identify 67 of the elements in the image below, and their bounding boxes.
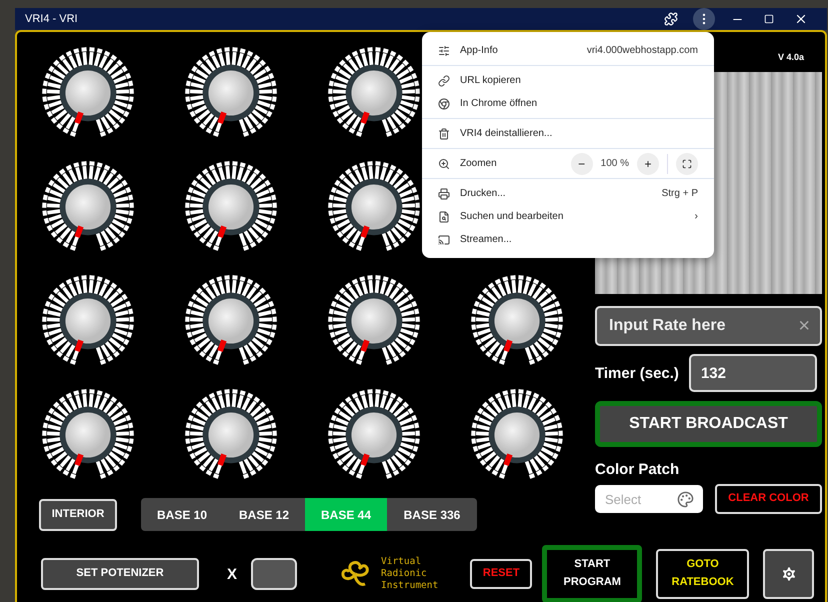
logo-text: Virtual Radionic Instrument bbox=[381, 556, 438, 592]
menu-item-label: Suchen und bearbeiten bbox=[460, 211, 564, 222]
dial-drawing[interactable] bbox=[184, 274, 278, 368]
browser-icon bbox=[438, 98, 450, 110]
trash-icon bbox=[438, 128, 450, 140]
dial-drawing[interactable] bbox=[327, 274, 421, 368]
link-icon bbox=[438, 74, 450, 86]
menu-item[interactable]: In Chrome öffnen bbox=[422, 92, 714, 115]
palette-icon bbox=[677, 490, 694, 508]
zoom-in-button[interactable]: + bbox=[637, 152, 659, 174]
timer-field[interactable]: 132 bbox=[688, 354, 817, 392]
zoom-icon bbox=[438, 158, 450, 170]
start-program-button[interactable]: START PROGRAM bbox=[542, 545, 642, 602]
multiplier-field[interactable] bbox=[251, 558, 298, 590]
dial-drawing[interactable] bbox=[184, 388, 278, 482]
menu-item-label: VRI4 deinstallieren... bbox=[460, 128, 554, 139]
app-info-icon bbox=[438, 44, 450, 56]
menu-item-label: In Chrome öffnen bbox=[460, 98, 538, 109]
menu-item-label: URL kopieren bbox=[460, 75, 522, 86]
goto-ratebook-button[interactable]: GOTO RATEBOOK bbox=[656, 549, 750, 599]
dial-drawing[interactable] bbox=[327, 160, 421, 254]
set-potenizer-button[interactable]: SET POTENIZER bbox=[41, 558, 199, 590]
fullscreen-icon bbox=[682, 158, 692, 168]
dial-drawing[interactable] bbox=[470, 274, 564, 368]
menu-icon[interactable] bbox=[693, 8, 715, 30]
menu-item[interactable]: URL kopieren bbox=[422, 69, 714, 92]
zoom-value: 100 % bbox=[600, 158, 629, 169]
menu-item-label: App-Info bbox=[460, 45, 499, 56]
menu-item-label: Zoomen bbox=[460, 158, 498, 169]
menu-item[interactable]: Streamen... bbox=[422, 228, 714, 251]
color-patch-label: Color Patch bbox=[595, 461, 680, 478]
dial-drawing[interactable] bbox=[470, 388, 564, 482]
base-tab[interactable]: BASE 12 bbox=[223, 498, 305, 531]
interior-button[interactable]: INTERIOR bbox=[39, 498, 117, 530]
reset-button[interactable]: RESET bbox=[470, 559, 532, 589]
document-search-icon bbox=[438, 210, 450, 222]
version-label: V 4.0a bbox=[778, 52, 804, 62]
menu-item-detail: Strg + P bbox=[662, 188, 698, 199]
dial-drawing[interactable] bbox=[41, 46, 135, 140]
menu-item-label: Drucken... bbox=[460, 188, 507, 199]
dial-drawing[interactable] bbox=[184, 46, 278, 140]
menu-item[interactable]: Suchen und bearbeiten › bbox=[422, 205, 714, 228]
menu-item-label: Streamen... bbox=[460, 234, 513, 245]
dial-drawing[interactable] bbox=[327, 46, 421, 140]
menu-item-detail: › bbox=[694, 211, 698, 222]
window-title: VRI4 - VRI bbox=[25, 13, 79, 25]
fullscreen-button[interactable] bbox=[676, 152, 698, 174]
menu-item[interactable]: App-Info vri4.000webhostapp.com bbox=[422, 39, 714, 62]
dial-drawing[interactable] bbox=[41, 388, 135, 482]
timer-label: Timer (sec.) bbox=[595, 364, 679, 382]
dial-drawing[interactable] bbox=[184, 160, 278, 254]
base-tab[interactable]: BASE 10 bbox=[141, 498, 223, 531]
start-broadcast-button[interactable]: START BROADCAST bbox=[595, 401, 822, 447]
dial-drawing[interactable] bbox=[41, 274, 135, 368]
menu-item[interactable]: VRI4 deinstallieren... bbox=[422, 122, 714, 145]
menu-item[interactable]: Drucken... Strg + P bbox=[422, 182, 714, 205]
clear-color-button[interactable]: CLEAR COLOR bbox=[715, 484, 822, 514]
menu-item-detail: vri4.000webhostapp.com bbox=[586, 45, 698, 56]
base-tab[interactable]: BASE 336 bbox=[387, 498, 477, 531]
dial-drawing[interactable] bbox=[327, 388, 421, 482]
settings-button[interactable] bbox=[763, 549, 814, 599]
zoom-out-button[interactable]: − bbox=[570, 152, 593, 174]
multiplier-label: X bbox=[227, 566, 238, 582]
printer-icon bbox=[438, 188, 450, 200]
color-select-field[interactable]: Select bbox=[595, 485, 703, 513]
dial-drawing[interactable] bbox=[41, 160, 135, 254]
cast-icon bbox=[438, 234, 450, 246]
